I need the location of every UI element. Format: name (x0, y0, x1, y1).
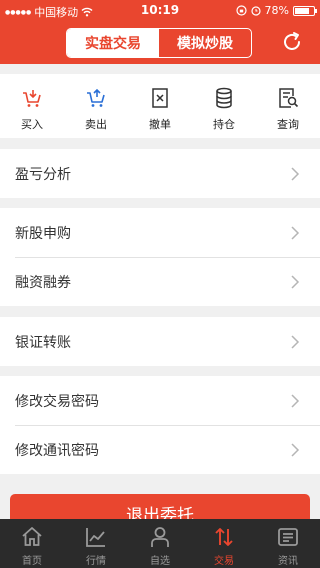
menu-group-ipo-margin: 新股申购 融资融券 (0, 208, 320, 306)
trade-icon (215, 528, 233, 546)
action-label: 卖出 (85, 118, 107, 131)
orientation-lock-icon (235, 5, 247, 16)
menu-item-label: 新股申购 (15, 225, 71, 242)
cart-out-icon (87, 88, 105, 107)
alarm-icon (250, 6, 261, 16)
menu-item-change-trade-password[interactable]: 修改交易密码 (0, 376, 320, 425)
tab-simulated-trading[interactable]: 模拟炒股 (159, 29, 251, 57)
bottom-tab-bar: 首页 行情 自选 交易 资讯 (0, 519, 320, 568)
home-icon (22, 527, 42, 546)
action-label: 查询 (277, 118, 299, 131)
holdings-icon (216, 87, 232, 109)
news-icon (278, 528, 298, 546)
query-icon (279, 88, 299, 108)
cancel-order-icon (152, 88, 168, 108)
action-label: 买入 (21, 118, 43, 131)
action-label: 持仓 (213, 118, 235, 131)
menu-item-label: 修改通讯密码 (15, 442, 99, 459)
tab-watchlist[interactable]: 自选 (128, 519, 192, 568)
action-buy[interactable]: 买入 (0, 74, 64, 138)
top-bar: ●●●●● 中国移动 10:19 78% 实盘交易 模拟炒股 (0, 0, 320, 64)
chevron-right-icon (291, 334, 300, 349)
menu-item-label: 盈亏分析 (15, 166, 71, 183)
tab-market[interactable]: 行情 (64, 519, 128, 568)
tab-real-trading[interactable]: 实盘交易 (67, 29, 159, 57)
chevron-right-icon (291, 442, 300, 457)
menu-group-passwords: 修改交易密码 修改通讯密码 (0, 376, 320, 474)
battery-level (295, 7, 310, 14)
action-cancel-order[interactable]: 撤单 (128, 74, 192, 138)
tab-news[interactable]: 资讯 (256, 519, 320, 568)
tab-label: 资讯 (278, 556, 298, 567)
status-right: 78% (235, 4, 317, 17)
tab-trade[interactable]: 交易 (192, 519, 256, 568)
menu-item-margin-trading[interactable]: 融资融券 (0, 257, 320, 306)
trade-mode-switch: 实盘交易 模拟炒股 (66, 28, 252, 58)
menu-item-bank-securities-transfer[interactable]: 银证转账 (0, 317, 320, 366)
menu-group-analysis: 盈亏分析 (0, 149, 320, 198)
chevron-right-icon (291, 225, 300, 240)
person-icon (151, 527, 169, 547)
chevron-right-icon (291, 393, 300, 408)
menu-item-label: 银证转账 (15, 334, 71, 351)
menu-item-change-comm-password[interactable]: 修改通讯密码 (0, 425, 320, 474)
action-holdings[interactable]: 持仓 (192, 74, 256, 138)
tab-home[interactable]: 首页 (0, 519, 64, 568)
action-query[interactable]: 查询 (256, 74, 320, 138)
status-bar: ●●●●● 中国移动 10:19 78% (0, 0, 320, 20)
tab-label: 自选 (150, 556, 170, 567)
tab-label: 首页 (22, 556, 42, 567)
tab-label: 行情 (86, 556, 106, 567)
menu-group-transfer: 银证转账 (0, 317, 320, 366)
battery-percent: 78% (264, 4, 289, 17)
quick-actions: 买入 卖出 撤单 持仓 查询 (0, 74, 320, 138)
refresh-icon[interactable] (280, 30, 304, 54)
menu-item-label: 融资融券 (15, 274, 71, 291)
menu-item-ipo-subscription[interactable]: 新股申购 (0, 208, 320, 257)
menu-item-profit-loss-analysis[interactable]: 盈亏分析 (0, 149, 320, 198)
chevron-right-icon (291, 166, 300, 181)
tab-label: 交易 (214, 556, 234, 567)
action-label: 撤单 (149, 118, 171, 131)
chevron-right-icon (291, 274, 300, 289)
cart-in-icon (23, 90, 41, 107)
market-chart-icon (86, 528, 105, 547)
menu-item-label: 修改交易密码 (15, 393, 99, 410)
battery-icon (293, 5, 317, 16)
action-sell[interactable]: 卖出 (64, 74, 128, 138)
